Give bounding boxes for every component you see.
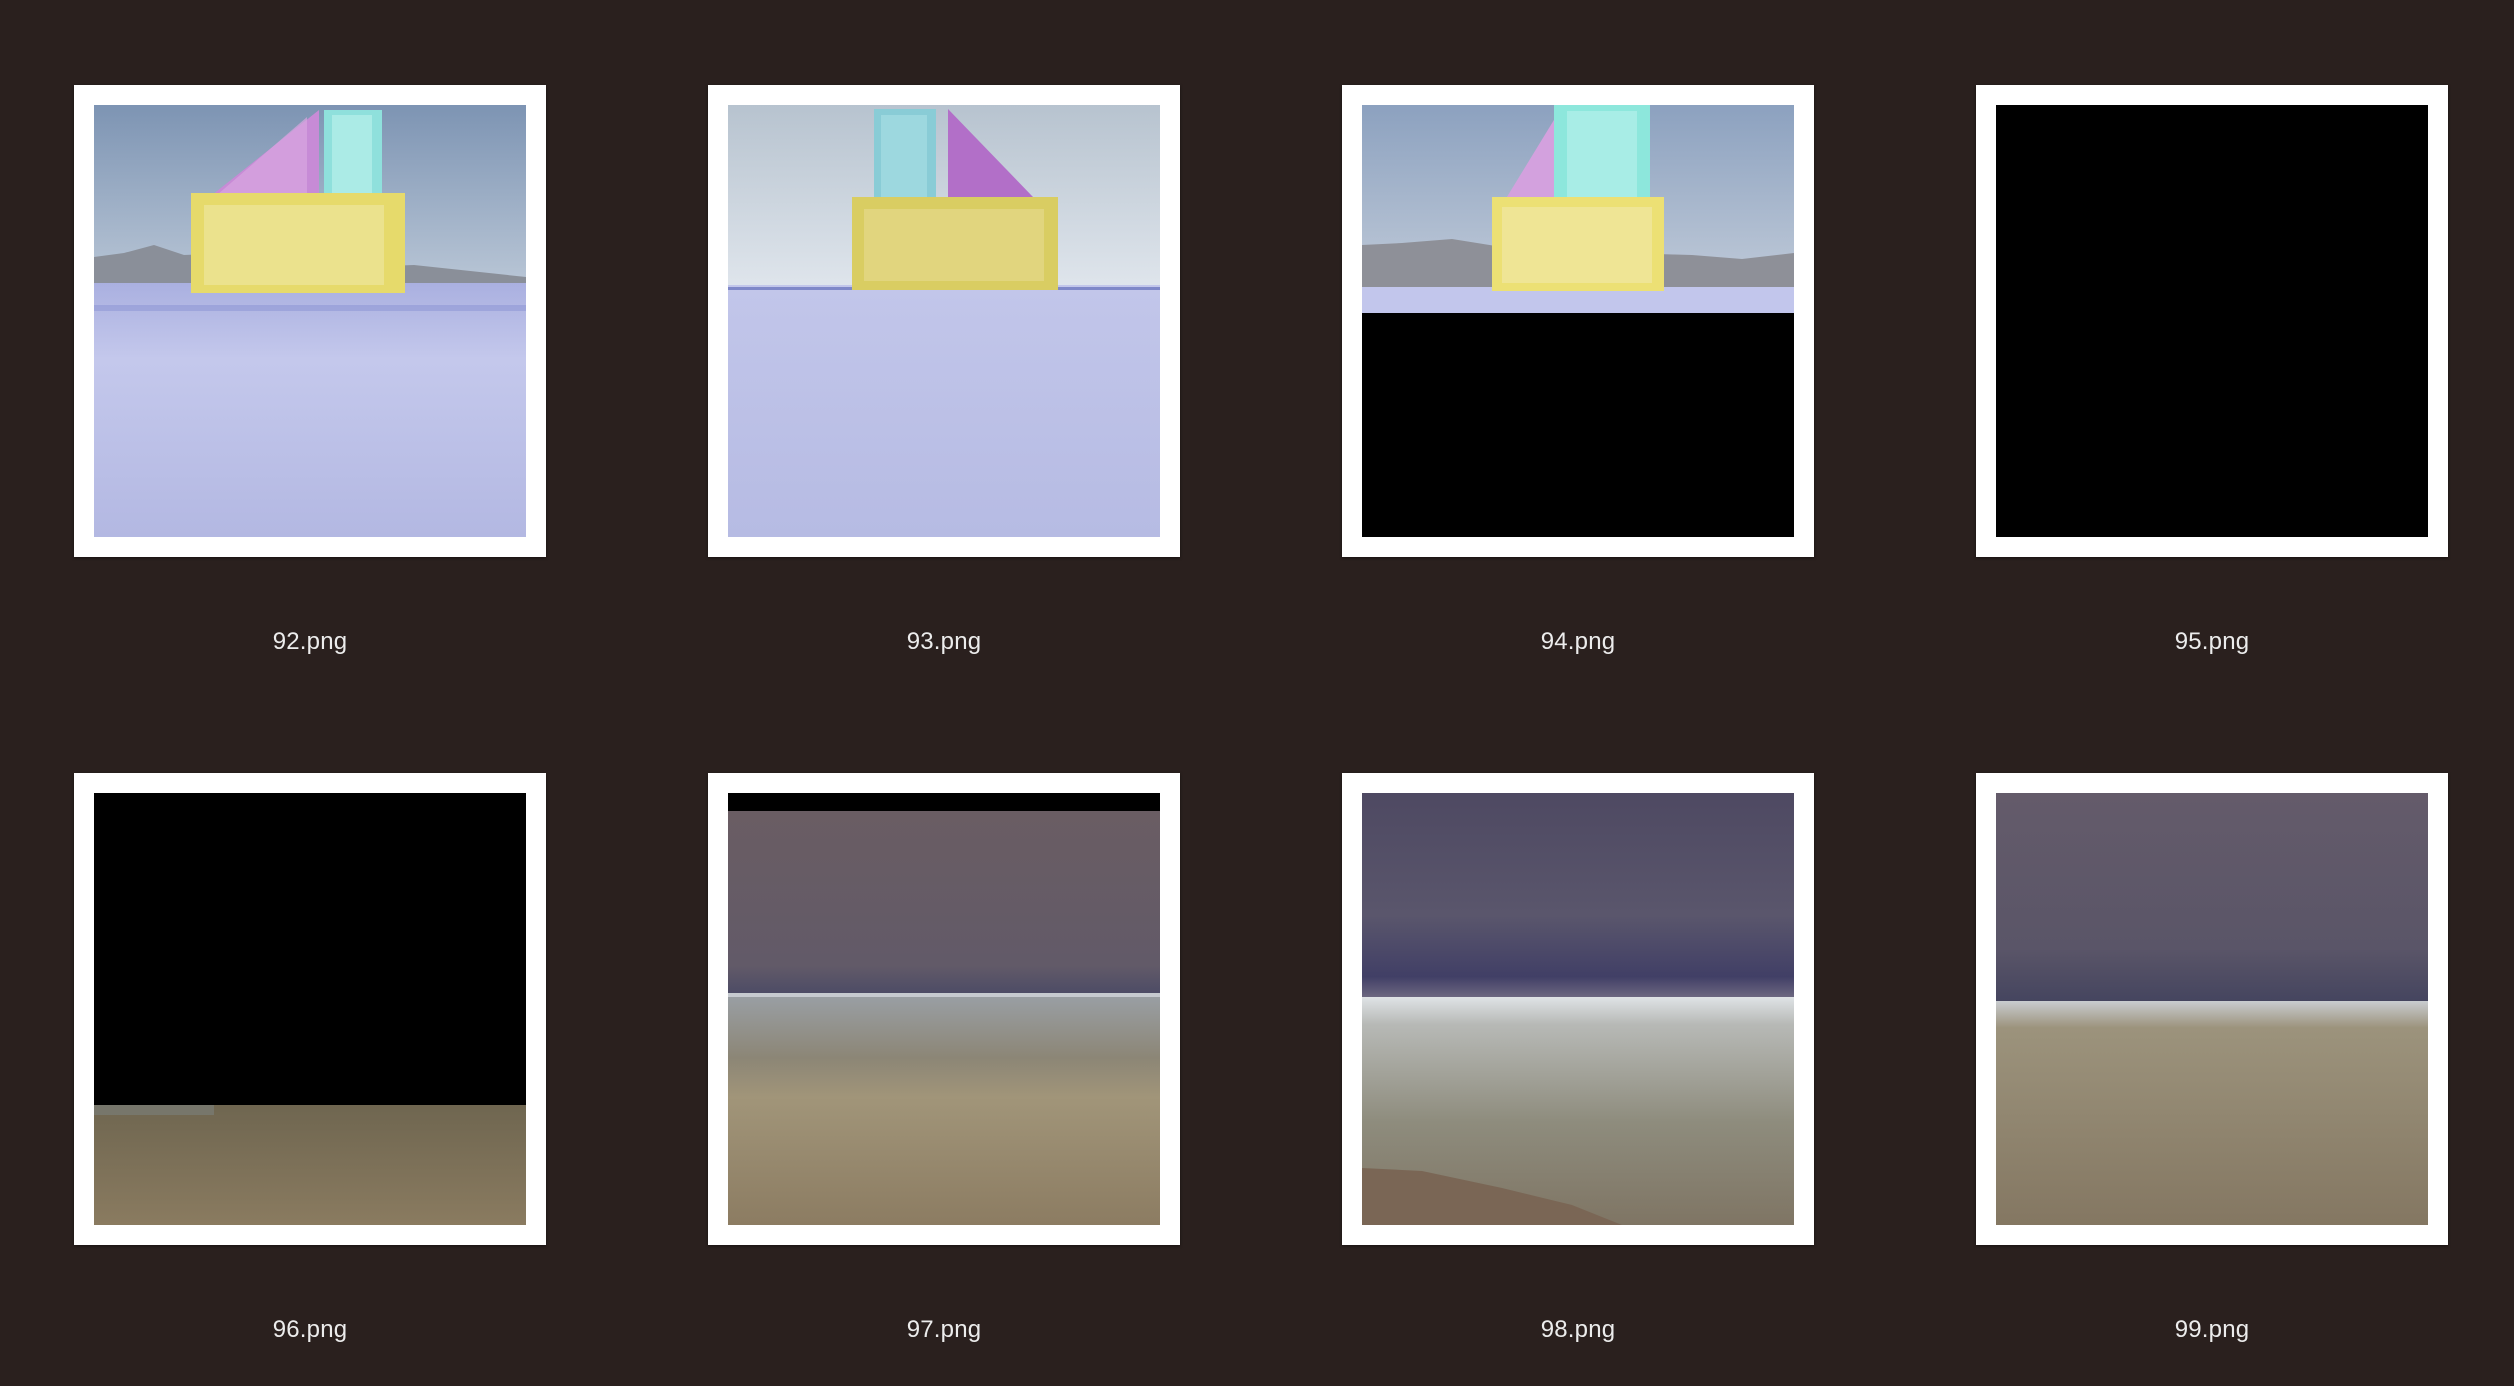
thumbnail-frame[interactable] xyxy=(1342,85,1814,557)
thumbnail-frame[interactable] xyxy=(1342,773,1814,1245)
image-thumbnail[interactable] xyxy=(1996,105,2428,537)
image-thumbnail[interactable] xyxy=(1362,105,1794,537)
file-name[interactable]: 92.png xyxy=(74,628,546,656)
file-name[interactable]: 94.png xyxy=(1342,628,1814,656)
file-name[interactable]: 96.png xyxy=(74,1316,546,1344)
thumbnail-frame[interactable] xyxy=(1976,85,2448,557)
thumbnail-frame[interactable] xyxy=(1976,773,2448,1245)
file-name[interactable]: 97.png xyxy=(708,1316,1180,1344)
thumbnail-frame[interactable] xyxy=(708,773,1180,1245)
image-thumbnail[interactable] xyxy=(1996,793,2428,1225)
thumbnail-frame[interactable] xyxy=(74,773,546,1245)
file-grid: 92.png 93.png 94.png 95.png 96.png 97.pn… xyxy=(0,0,2514,1386)
thumbnail-frame[interactable] xyxy=(708,85,1180,557)
file-name[interactable]: 93.png xyxy=(708,628,1180,656)
image-thumbnail[interactable] xyxy=(94,793,526,1225)
image-thumbnail[interactable] xyxy=(94,105,526,537)
file-name[interactable]: 98.png xyxy=(1342,1316,1814,1344)
image-thumbnail[interactable] xyxy=(728,793,1160,1225)
image-thumbnail[interactable] xyxy=(1362,793,1794,1225)
file-name[interactable]: 95.png xyxy=(1976,628,2448,656)
image-thumbnail[interactable] xyxy=(728,105,1160,537)
thumbnail-frame[interactable] xyxy=(74,85,546,557)
file-name[interactable]: 99.png xyxy=(1976,1316,2448,1344)
